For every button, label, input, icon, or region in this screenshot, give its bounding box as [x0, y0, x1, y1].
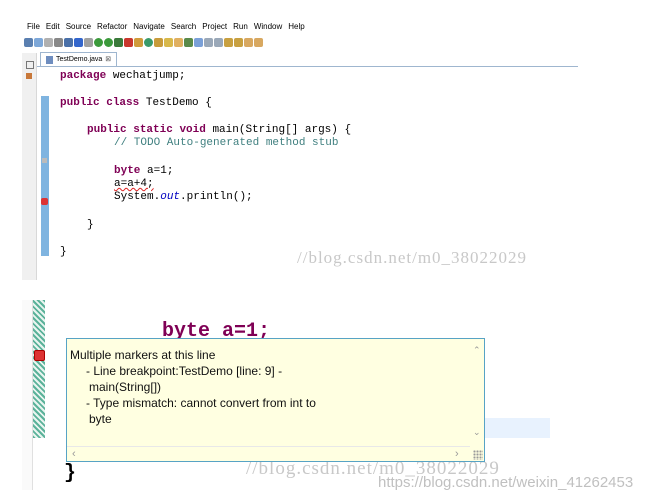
watermark-corner: https://blog.csdn.net/weixin_41262453 [378, 474, 634, 491]
search-icon[interactable] [184, 37, 193, 47]
tooltip-line-4: byte [89, 412, 112, 426]
menu-navigate[interactable]: Navigate [132, 22, 166, 31]
error-breakpoint-icon[interactable] [34, 350, 45, 361]
watermark-top: //blog.csdn.net/m0_38022029 [297, 248, 528, 267]
restore-icon[interactable] [26, 61, 34, 69]
toolbar [22, 35, 580, 49]
code-line-7: System.out.println(); [114, 191, 253, 203]
zoom-diff-ruler [33, 300, 45, 438]
save-icon[interactable] [34, 37, 43, 47]
tooltip-line-1: - Line breakpoint:TestDemo [line: 9] - [86, 364, 283, 378]
code-line-6: a=a+4; [114, 178, 154, 190]
error-breakpoint-icon[interactable] [41, 198, 48, 205]
zoom-left-strip [22, 300, 33, 490]
run-icon[interactable] [104, 37, 113, 47]
tooltip-vertical-scrollbar[interactable]: ⌃ ⌄ [470, 339, 484, 447]
new-icon[interactable] [24, 37, 33, 47]
mark-occurrences-icon[interactable] [194, 37, 203, 47]
code-line-9: } [60, 246, 67, 258]
menu-help[interactable]: Help [287, 22, 305, 31]
tab-testdemo[interactable]: TestDemo.java ⊠ [40, 52, 118, 66]
code-line-3: public static void main(String[] args) { [87, 124, 352, 136]
menu-refactor[interactable]: Refactor [96, 22, 128, 31]
code-line-2: public class TestDemo { [60, 97, 212, 109]
outline-icon[interactable] [26, 73, 32, 79]
back-icon[interactable] [244, 37, 253, 47]
tooltip-line-2: main(String[]) [89, 380, 162, 394]
external-tools-icon[interactable] [124, 37, 133, 47]
tab-label: TestDemo.java [56, 56, 103, 63]
code-line-4: // TODO Auto-generated method stub [114, 137, 339, 149]
menu-search[interactable]: Search [170, 22, 197, 31]
editor-tab-bar: TestDemo.java ⊠ [22, 52, 578, 67]
menu-project[interactable]: Project [201, 22, 228, 31]
open-folder-icon[interactable] [164, 37, 173, 47]
next-annotation-icon[interactable] [224, 37, 233, 47]
open-type-icon[interactable] [154, 37, 163, 47]
menu-window[interactable]: Window [253, 22, 283, 31]
menu-bar: File Edit Source Refactor Navigate Searc… [22, 18, 578, 34]
code-line-1: package wechatjump; [60, 70, 186, 82]
scroll-right-icon[interactable]: › [455, 448, 459, 460]
tooltip-text: Multiple markers at this line - Line bre… [70, 347, 316, 427]
hover-tooltip[interactable]: Multiple markers at this line - Line bre… [66, 338, 485, 462]
prev-annotation-icon[interactable] [234, 37, 243, 47]
menu-run[interactable]: Run [232, 22, 249, 31]
new-package-icon[interactable] [134, 37, 143, 47]
menu-source[interactable]: Source [65, 22, 92, 31]
menu-edit[interactable]: Edit [45, 22, 61, 31]
new-class-icon[interactable] [144, 37, 153, 47]
print-icon[interactable] [44, 37, 53, 47]
scroll-left-icon[interactable]: ‹ [72, 448, 76, 460]
scroll-up-icon[interactable]: ⌃ [473, 345, 481, 356]
code-line-8: } [87, 219, 94, 231]
menu-file[interactable]: File [26, 22, 41, 31]
debug-toggle-icon[interactable] [54, 37, 63, 47]
java-file-icon [46, 55, 53, 64]
tooltip-horizontal-scrollbar[interactable]: ‹ › [67, 446, 470, 461]
forward-icon[interactable] [254, 37, 263, 47]
skip-breakpoints-icon[interactable] [74, 37, 83, 47]
info-marker-icon [42, 158, 47, 163]
eclipse-window: File Edit Source Refactor Navigate Searc… [22, 18, 578, 280]
pencil-icon[interactable] [174, 37, 183, 47]
quick-diff-ruler [41, 96, 49, 256]
coverage-icon[interactable] [114, 37, 123, 47]
left-trim-bar [22, 53, 37, 280]
debug-run-icon[interactable] [94, 37, 103, 47]
close-icon[interactable]: ⊠ [105, 53, 111, 66]
zoom-current-line [482, 418, 550, 438]
scroll-down-icon[interactable]: ⌄ [473, 427, 481, 438]
tooltip-title: Multiple markers at this line [70, 348, 216, 362]
zoom-closing-brace: } [64, 462, 77, 485]
debug-config-icon[interactable] [84, 37, 93, 47]
resize-grip-icon[interactable] [473, 450, 483, 460]
terminal-icon[interactable] [64, 37, 73, 47]
tooltip-line-3: - Type mismatch: cannot convert from int… [86, 396, 316, 410]
block-selection-icon[interactable] [204, 37, 213, 47]
code-line-5: byte a=1; [114, 165, 174, 177]
whitespace-icon[interactable] [214, 37, 223, 47]
